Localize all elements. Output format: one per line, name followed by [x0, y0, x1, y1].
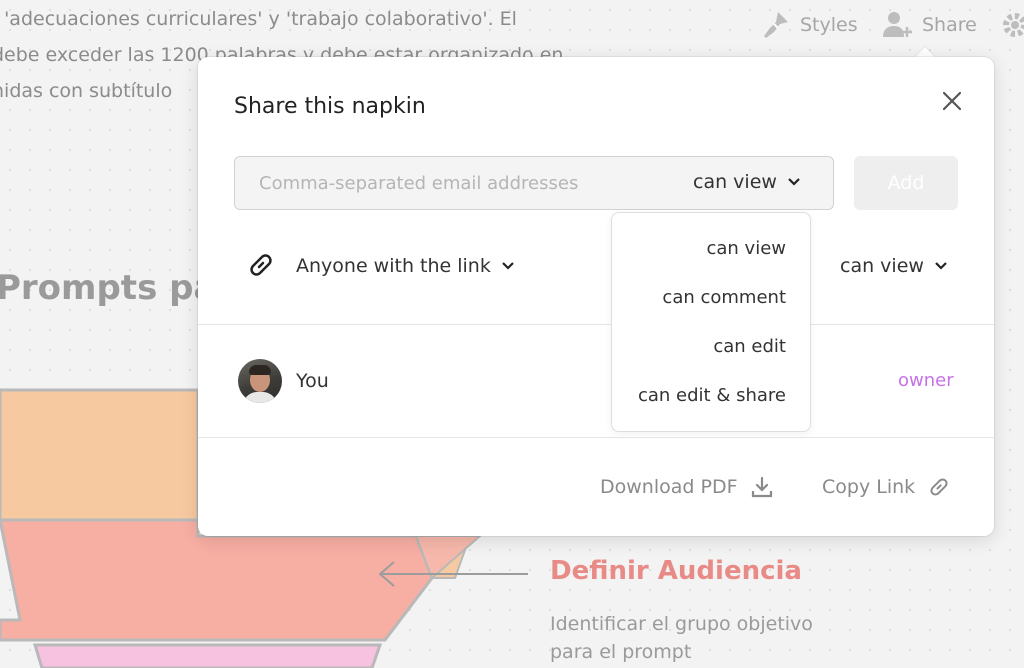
chevron-down-icon: [788, 178, 800, 186]
link-permission-select[interactable]: can view: [840, 255, 948, 277]
share-button[interactable]: Share: [882, 10, 977, 40]
close-icon: [942, 91, 962, 111]
menu-item-can-edit-share[interactable]: can edit & share: [638, 385, 786, 406]
chevron-down-icon: [502, 262, 514, 270]
dialog-title: Share this napkin: [234, 94, 426, 119]
share-label: Share: [922, 14, 977, 36]
download-icon: [751, 476, 772, 498]
divider: [198, 437, 994, 438]
copy-link-button[interactable]: Copy Link: [822, 475, 951, 499]
member-role: owner: [898, 370, 954, 391]
menu-item-can-edit[interactable]: can edit: [713, 336, 786, 357]
close-button[interactable]: [940, 89, 964, 113]
avatar: [238, 359, 282, 403]
styles-label: Styles: [800, 14, 858, 36]
link-permission-value: can view: [840, 255, 924, 277]
link-access-select[interactable]: Anyone with the link: [296, 255, 515, 277]
link-icon: [246, 250, 276, 284]
menu-item-can-comment[interactable]: can comment: [662, 287, 786, 308]
styles-button[interactable]: Styles: [760, 10, 858, 40]
settings-gear-icon: [1000, 10, 1024, 40]
email-input[interactable]: [235, 157, 665, 209]
link-access-label: Anyone with the link: [296, 255, 491, 277]
funnel-layer-bottom: [32, 643, 383, 668]
menu-item-can-view[interactable]: can view: [706, 238, 786, 259]
permission-dropdown-menu: can view can comment can edit can edit &…: [611, 212, 811, 432]
download-pdf-button[interactable]: Download PDF: [600, 475, 774, 499]
settings-button[interactable]: [1000, 10, 1024, 40]
stage-description: Identificar el grupo objetivo para el pr…: [550, 613, 813, 663]
share-user-icon: [882, 10, 914, 40]
add-button[interactable]: Add: [854, 156, 958, 210]
funnel-layer-middle: [0, 518, 483, 642]
copy-link-label: Copy Link: [822, 476, 916, 498]
share-dialog: Share this napkin can view Add Anyone wi…: [198, 57, 994, 536]
link-icon: [930, 478, 948, 496]
download-pdf-label: Download PDF: [600, 476, 738, 498]
invite-permission-select[interactable]: can view: [693, 171, 801, 193]
chevron-down-icon: [935, 262, 947, 270]
styles-icon: [760, 10, 792, 40]
stage-title: Definir Audiencia: [550, 556, 802, 586]
invite-permission-value: can view: [693, 171, 777, 193]
invite-row: can view: [234, 156, 834, 210]
divider: [198, 324, 994, 325]
member-name: You: [296, 370, 329, 392]
